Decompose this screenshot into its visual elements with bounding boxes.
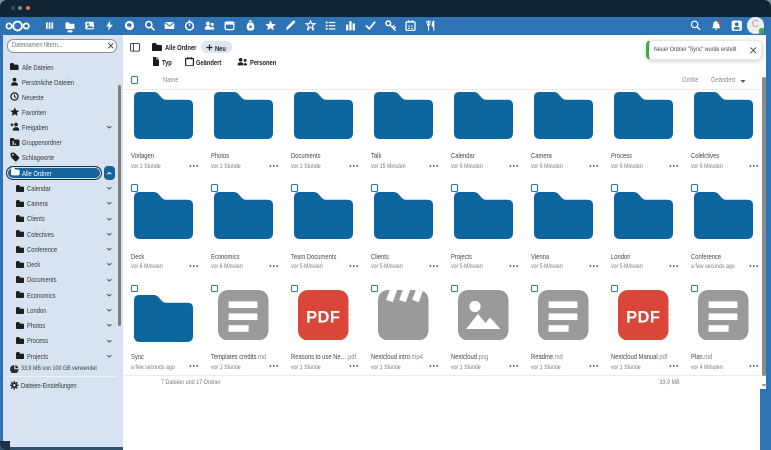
svg-text:PDF: PDF <box>626 308 660 326</box>
svg-text:PDF: PDF <box>306 308 340 326</box>
